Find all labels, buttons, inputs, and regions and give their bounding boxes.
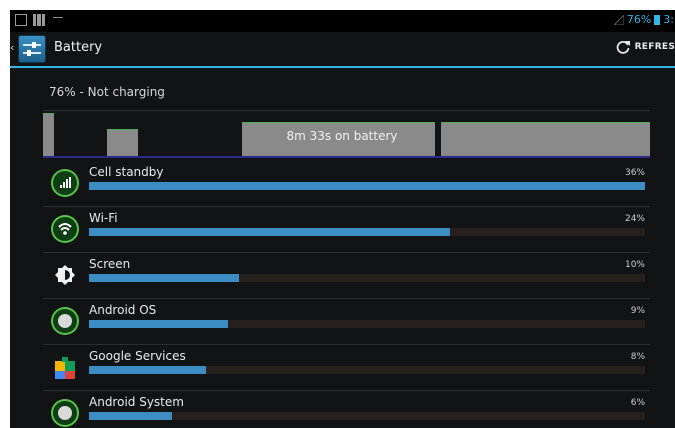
divider — [43, 110, 650, 111]
list-item-label: Wi-Fi — [89, 211, 118, 225]
status-indicators: 76% 3:1 — [613, 13, 675, 26]
barcode-notification-icon — [33, 14, 45, 26]
usage-bar-fill — [89, 274, 240, 282]
battery-status-text: 76% - Not charging — [49, 85, 165, 99]
list-item[interactable]: Screen 10% — [43, 252, 650, 298]
graph-segment — [441, 122, 650, 157]
refresh-button[interactable]: REFRESH — [615, 39, 675, 55]
list-item[interactable]: Android OS 9% — [43, 298, 650, 344]
list-item-percent: 24% — [624, 214, 645, 224]
battery-percent-text: 76% — [626, 13, 652, 26]
graph-baseline — [43, 156, 650, 158]
list-item-percent: 6% — [630, 398, 645, 408]
signal-strength-icon — [613, 14, 624, 25]
list-item-label: Screen — [89, 257, 131, 271]
status-bar: 76% 3:1 — [10, 10, 675, 32]
screenshot-notification-icon — [15, 14, 27, 26]
list-item-label: Android System — [89, 395, 184, 409]
time-on-battery-label: 8m 33s on battery — [286, 129, 398, 143]
graph-segment — [43, 113, 54, 157]
list-item[interactable]: Cell standby 36% — [43, 160, 650, 206]
usage-bar — [89, 320, 645, 328]
graph-segment — [107, 129, 138, 157]
usage-bar — [89, 366, 645, 374]
notification-icons — [15, 14, 63, 26]
usage-bar — [89, 412, 645, 420]
list-item-label: Android OS — [89, 303, 157, 317]
list-item-percent: 8% — [630, 352, 645, 362]
battery-icon — [654, 14, 661, 25]
usage-bar-fill — [89, 320, 228, 328]
list-item-percent: 9% — [630, 306, 645, 316]
action-bar-divider — [10, 66, 675, 68]
clock-text: 3:1 — [663, 13, 675, 26]
refresh-label: REFRESH — [634, 42, 675, 52]
list-item[interactable]: Android System 6% — [43, 390, 650, 428]
list-item-label: Google Services — [89, 349, 186, 363]
page-title: Battery — [54, 40, 103, 55]
usage-bar — [89, 274, 645, 282]
list-item-percent: 36% — [624, 168, 645, 178]
google-services-icon — [51, 353, 79, 381]
android-os-icon — [51, 307, 79, 335]
keyboard-notification-icon — [53, 17, 63, 23]
usage-bar-fill — [89, 366, 206, 374]
screen-brightness-icon — [51, 261, 79, 289]
list-item[interactable]: Google Services 8% — [43, 344, 650, 390]
usage-bar — [89, 228, 645, 236]
wifi-icon — [51, 215, 79, 243]
usage-bar-fill — [89, 228, 451, 236]
back-chevron-icon[interactable]: ‹ — [10, 41, 14, 54]
list-item[interactable]: Wi-Fi 24% — [43, 206, 650, 252]
usage-bar-fill — [89, 182, 645, 190]
action-bar: ‹ Battery REFRESH — [10, 32, 675, 66]
list-item-percent: 10% — [624, 260, 645, 270]
settings-app-icon[interactable] — [18, 35, 46, 63]
usage-bar-fill — [89, 412, 173, 420]
cell-standby-icon — [51, 169, 79, 197]
usage-bar — [89, 182, 645, 190]
refresh-icon — [616, 41, 630, 54]
list-item-label: Cell standby — [89, 165, 164, 179]
battery-screen: 76% 3:1 ‹ Battery REFRESH 76% - Not char… — [10, 10, 675, 428]
android-system-icon — [51, 399, 79, 427]
